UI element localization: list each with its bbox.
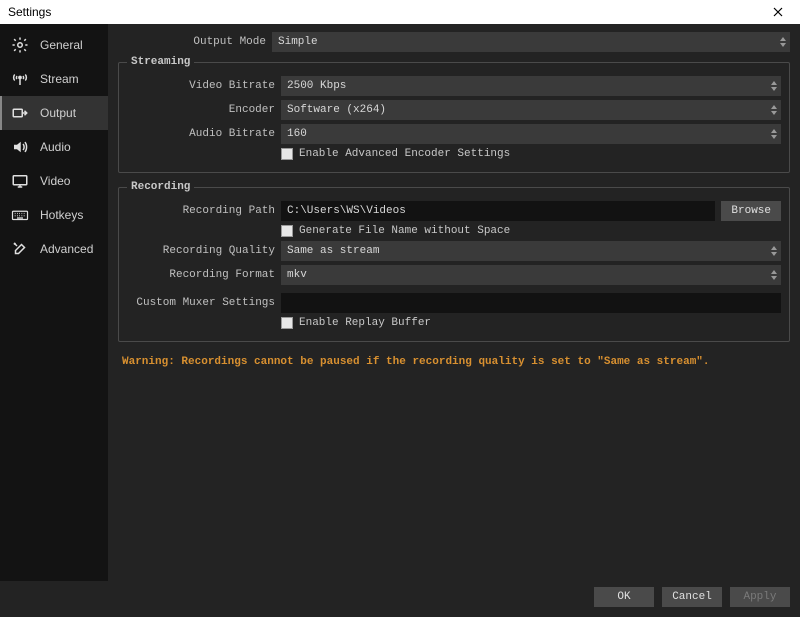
sidebar-item-audio[interactable]: Audio <box>0 130 108 164</box>
recording-quality-select[interactable]: Same as stream <box>281 241 781 261</box>
sidebar-item-advanced[interactable]: Advanced <box>0 232 108 266</box>
chevron-updown-icon <box>771 129 777 139</box>
sidebar-item-label: Hotkeys <box>40 208 83 222</box>
antenna-icon <box>10 69 30 89</box>
chevron-updown-icon <box>771 105 777 115</box>
window-title: Settings <box>8 5 51 19</box>
chevron-updown-icon <box>771 81 777 91</box>
gear-icon <box>10 35 30 55</box>
tools-icon <box>10 239 30 259</box>
enable-replay-buffer-checkbox[interactable]: Enable Replay Buffer <box>281 317 781 329</box>
ok-button[interactable]: OK <box>594 587 654 607</box>
checkbox-icon <box>281 317 293 329</box>
browse-button[interactable]: Browse <box>721 201 781 221</box>
muxer-label: Custom Muxer Settings <box>127 297 275 309</box>
close-button[interactable] <box>758 0 798 24</box>
main-area: General Stream Output Audio Video <box>0 24 800 581</box>
encoder-select[interactable]: Software (x264) <box>281 100 781 120</box>
recording-format-select[interactable]: mkv <box>281 265 781 285</box>
dialog-footer: OK Cancel Apply <box>0 581 800 617</box>
checkbox-icon <box>281 225 293 237</box>
sidebar-item-stream[interactable]: Stream <box>0 62 108 96</box>
chevron-updown-icon <box>771 270 777 280</box>
output-mode-select[interactable]: Simple <box>272 32 790 52</box>
sidebar-item-label: Audio <box>40 140 71 154</box>
recording-path-label: Recording Path <box>127 205 275 217</box>
sidebar-item-output[interactable]: Output <box>0 96 108 130</box>
recording-group: Recording Recording Path Browse Generate… <box>118 181 790 342</box>
output-mode-label: Output Mode <box>118 36 266 48</box>
generate-filename-checkbox[interactable]: Generate File Name without Space <box>281 225 781 237</box>
audio-bitrate-label: Audio Bitrate <box>127 128 275 140</box>
chevron-updown-icon <box>780 37 786 47</box>
warning-text: Warning: Recordings cannot be paused if … <box>118 350 790 374</box>
chevron-updown-icon <box>771 246 777 256</box>
cancel-button[interactable]: Cancel <box>662 587 722 607</box>
streaming-group: Streaming Video Bitrate 2500 Kbps Encode… <box>118 56 790 173</box>
monitor-icon <box>10 171 30 191</box>
sidebar: General Stream Output Audio Video <box>0 24 108 581</box>
sidebar-item-label: General <box>40 38 83 52</box>
recording-quality-label: Recording Quality <box>127 245 275 257</box>
sidebar-item-label: Video <box>40 174 70 188</box>
close-icon <box>773 4 783 20</box>
sidebar-item-label: Stream <box>40 72 79 86</box>
video-bitrate-spinner[interactable]: 2500 Kbps <box>281 76 781 96</box>
apply-button[interactable]: Apply <box>730 587 790 607</box>
keyboard-icon <box>10 205 30 225</box>
sidebar-item-general[interactable]: General <box>0 28 108 62</box>
recording-legend: Recording <box>127 181 194 193</box>
enable-advanced-encoder-checkbox[interactable]: Enable Advanced Encoder Settings <box>281 148 781 160</box>
sidebar-item-video[interactable]: Video <box>0 164 108 198</box>
muxer-input[interactable] <box>281 293 781 313</box>
sidebar-item-hotkeys[interactable]: Hotkeys <box>0 198 108 232</box>
sidebar-item-label: Advanced <box>40 242 93 256</box>
audio-bitrate-select[interactable]: 160 <box>281 124 781 144</box>
recording-path-input[interactable] <box>281 201 715 221</box>
output-icon <box>10 103 30 123</box>
video-bitrate-label: Video Bitrate <box>127 80 275 92</box>
speaker-icon <box>10 137 30 157</box>
checkbox-icon <box>281 148 293 160</box>
content-panel: Output Mode Simple Streaming Video Bitra… <box>108 24 800 581</box>
streaming-legend: Streaming <box>127 56 194 68</box>
recording-format-label: Recording Format <box>127 269 275 281</box>
titlebar: Settings <box>0 0 800 24</box>
sidebar-item-label: Output <box>40 106 76 120</box>
encoder-label: Encoder <box>127 104 275 116</box>
